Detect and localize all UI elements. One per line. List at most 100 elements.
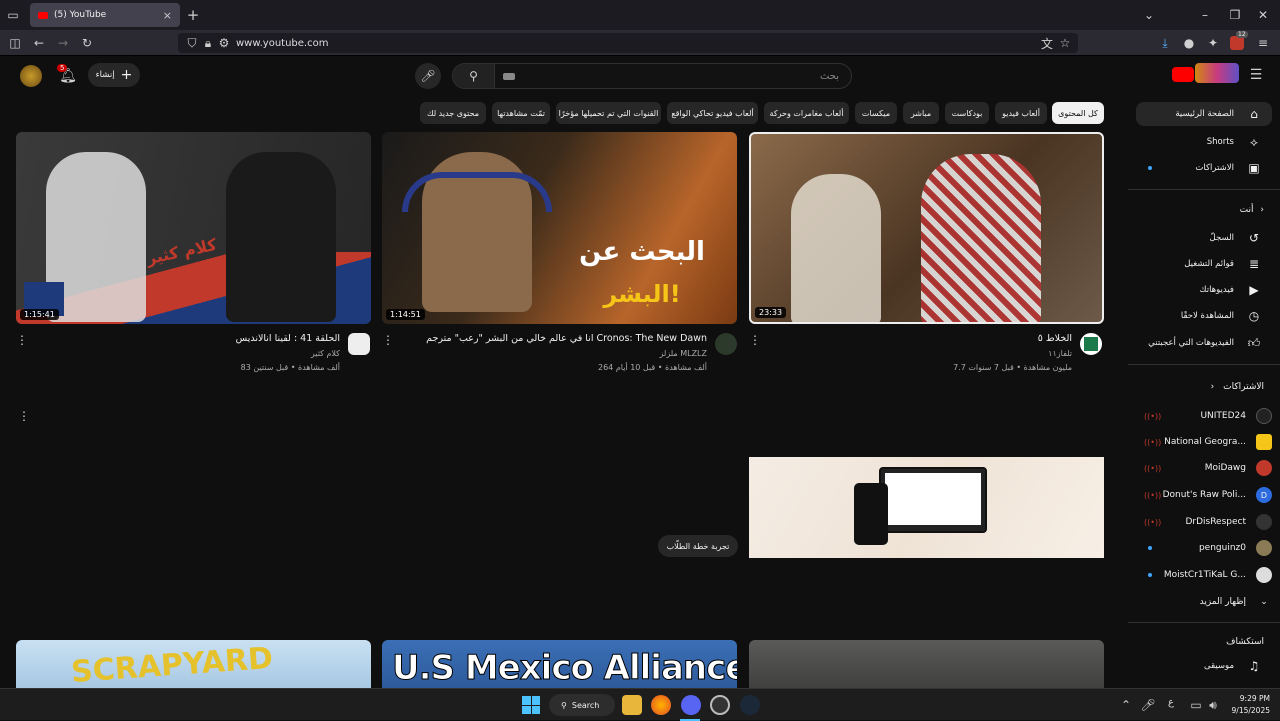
translate-icon[interactable]: 文 [1038, 35, 1056, 52]
video-title-3[interactable]: الحلقة 41 : لقينا انالانديس [236, 333, 340, 344]
sidebar-subscriptions-header[interactable]: › الاشتراكات [1211, 382, 1264, 392]
sidebar-item-watch-later[interactable]: المشاهدة لاحقًا ◷ [1136, 304, 1272, 328]
create-button[interactable]: إنشاء + [88, 63, 140, 87]
sidebar-item-label: Shorts [1206, 137, 1234, 147]
firefox-icon[interactable] [651, 695, 671, 715]
windows-start-icon[interactable] [522, 696, 540, 714]
downloads-icon[interactable]: ⤓ [1158, 36, 1172, 50]
chip-recently-uploaded[interactable]: القنوات التي تم تحميلها مؤخرًا [556, 102, 661, 124]
subscription-item[interactable]: ((•)) Donut's Raw Poli... D [1140, 485, 1272, 505]
taskbar-search[interactable]: ⚲ Search [549, 694, 615, 716]
subscription-item[interactable]: ((•)) MoiDawg [1140, 458, 1272, 478]
sidebar-item-history[interactable]: السجلّ ↺ [1136, 226, 1272, 250]
chip-mixes[interactable]: ميكسات [855, 102, 897, 124]
sidebar-item-shorts[interactable]: Shorts ⟡ [1136, 130, 1272, 154]
sidebar-item-playlists[interactable]: قوائم التشغيل ≣ [1136, 252, 1272, 276]
video-channel-1[interactable]: تلفاز١١ [1048, 349, 1072, 358]
chip-simulation-games[interactable]: ألعاب فيديو تحاكي الواقع [667, 102, 758, 124]
input-language[interactable]: ع [1168, 697, 1174, 708]
steam-icon[interactable] [740, 695, 760, 715]
address-bar[interactable]: ⛉ 🔒︎ ⚙ www.youtube.com 文 ☆ [178, 33, 1078, 53]
sidebar-explore-header: استكشاف [1226, 637, 1264, 647]
channel-avatar[interactable] [715, 333, 737, 355]
clock[interactable]: 9:29 PM 9/15/2025 [1226, 693, 1270, 717]
chip-action-adventure[interactable]: ألعاب مغامرات وحركة [764, 102, 849, 124]
menu-icon[interactable]: ≡ [1256, 36, 1270, 50]
subscription-item[interactable]: ((•)) DrDisRespect [1140, 512, 1272, 532]
sidebar-you-header[interactable]: أنت › [1240, 205, 1264, 215]
sidebar-item-home[interactable]: الصفحة الرئيسية ⌂ [1136, 102, 1272, 126]
sidebar-icon[interactable]: ◫ [8, 36, 22, 50]
chip-live[interactable]: مباشر [903, 102, 939, 124]
youtube-doodle-logo[interactable] [1195, 63, 1239, 83]
channel-avatar[interactable] [1080, 333, 1102, 355]
shield-icon: ⛉ [187, 35, 197, 50]
voice-search-icon[interactable]: 🎤︎ [415, 63, 441, 89]
volume-icon[interactable]: 🔊︎ [1207, 698, 1219, 712]
video-thumbnail-3[interactable]: كلام كثير 1:15:41 [16, 132, 371, 324]
more-options-icon[interactable]: ⋮ [382, 333, 394, 347]
maximize-icon[interactable]: ❐ [1228, 8, 1242, 22]
discord-icon[interactable] [681, 695, 701, 715]
promo-more-icon[interactable]: ⋮ [18, 409, 30, 423]
sidebar-item-label: السجلّ [1209, 233, 1234, 243]
show-more-button[interactable]: إظهار المزيد ⌄ [1140, 592, 1272, 612]
browser-tab[interactable]: (5) YouTube × [30, 3, 180, 27]
tray-chevron-up-icon[interactable]: ⌃ [1120, 698, 1132, 712]
tab-list-icon[interactable]: ▭ [6, 8, 20, 22]
reload-icon[interactable]: ↻ [80, 36, 94, 50]
sidebar-item-liked-videos[interactable]: الفيديوهات التي أعجبتني 👍︎ [1136, 331, 1272, 355]
search-input[interactable]: بحث [820, 71, 839, 82]
chip-watched[interactable]: تمّت مشاهدتها [492, 102, 550, 124]
subscription-item[interactable]: penguinz0 [1140, 538, 1272, 558]
more-options-icon[interactable]: ⋮ [16, 333, 28, 347]
youtube-logo[interactable] [1172, 67, 1194, 82]
video-title-1[interactable]: الخلاط ٥ [1038, 333, 1072, 344]
sidebar-item-your-videos[interactable]: فيديوهاتك ▶ [1136, 278, 1272, 302]
profile-avatar[interactable] [20, 65, 42, 87]
channel-avatar[interactable] [348, 333, 370, 355]
video-thumbnail-5[interactable]: U.S Mexico Alliance [382, 640, 737, 688]
keyboard-icon[interactable] [503, 72, 515, 80]
close-window-icon[interactable]: ✕ [1256, 8, 1270, 22]
video-thumbnail-1[interactable]: 23:33 [749, 132, 1104, 324]
microphone-icon[interactable]: 🎤︎ [1140, 698, 1155, 712]
video-thumbnail-2[interactable]: البحث عن البشر! 1:14:51 [382, 132, 737, 324]
video-meta-1: 7.7 مليون مشاهدة • قبل 7 سنوات [953, 363, 1072, 372]
file-explorer-icon[interactable] [622, 695, 642, 715]
chip-podcasts[interactable]: بودكاست [945, 102, 989, 124]
forward-icon[interactable]: → [56, 36, 70, 50]
github-desktop-icon[interactable] [710, 695, 730, 715]
sidebar-item-subscriptions[interactable]: الاشتراكات ▣ [1136, 156, 1272, 180]
subscription-item[interactable]: ((•)) National Geogra... [1140, 432, 1272, 452]
extension-badge: 12 [1236, 31, 1248, 38]
search-button[interactable]: ⚲ [453, 64, 495, 88]
hamburger-menu-icon[interactable]: ☰ [1248, 67, 1264, 83]
video-thumbnail-6[interactable] [749, 640, 1104, 688]
subscription-item[interactable]: ((•)) UNITED24 [1140, 406, 1272, 426]
new-tab-icon[interactable]: + [186, 6, 200, 24]
back-icon[interactable]: ← [32, 36, 46, 50]
video-channel-3[interactable]: كلام كثير [311, 349, 340, 358]
bookmark-star-icon[interactable]: ☆ [1056, 36, 1074, 50]
student-plan-button[interactable]: تجربة خطة الطلّاب [658, 535, 738, 557]
network-icon[interactable]: ▭ [1190, 698, 1202, 712]
chevron-down-icon[interactable]: ⌄ [1142, 8, 1156, 22]
more-options-icon[interactable]: ⋮ [749, 333, 761, 347]
video-channel-2[interactable]: ملزلز MLZLZ [659, 349, 707, 358]
chip-new-to-you[interactable]: محتوى جديد لك [420, 102, 486, 124]
extension-ublock-icon[interactable] [1230, 36, 1244, 50]
subscription-item[interactable]: MoistCr1TiKaL G... [1140, 565, 1272, 585]
close-tab-icon[interactable]: × [163, 9, 172, 22]
chip-all[interactable]: كل المحتوى [1052, 102, 1104, 124]
search-box[interactable]: ⚲ بحث [452, 63, 852, 89]
extensions-icon[interactable]: ✦ [1206, 36, 1220, 50]
sidebar-item-music[interactable]: موسيقى ♫ [1136, 654, 1272, 678]
subscription-name: Donut's Raw Poli... [1162, 490, 1246, 500]
chip-video-games[interactable]: ألعاب فيديو [995, 102, 1047, 124]
video-title-2[interactable]: انا في عالم خالي من البشر "رعب" مترجم Cr… [426, 333, 707, 344]
sidebar-item-label: الفيديوهات التي أعجبتني [1148, 338, 1234, 348]
minimize-icon[interactable]: – [1198, 8, 1212, 22]
account-icon[interactable]: ● [1182, 36, 1196, 50]
video-thumbnail-4[interactable]: SCRAPYARD [16, 640, 371, 688]
